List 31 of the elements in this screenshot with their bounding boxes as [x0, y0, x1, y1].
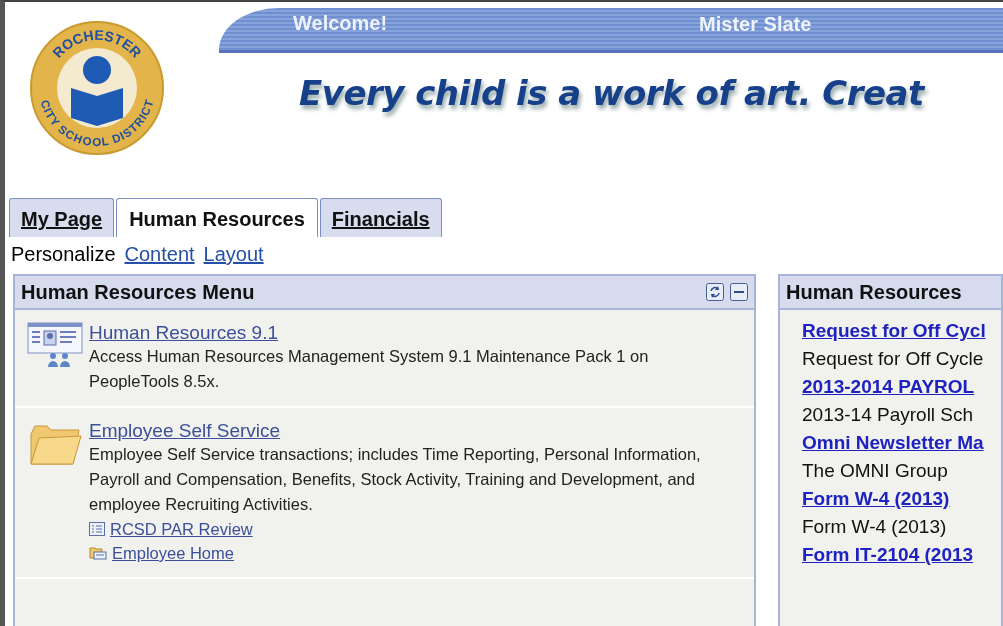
employee-card-icon	[27, 322, 83, 368]
document-link[interactable]: Request for Off Cycl	[802, 320, 986, 342]
document-link[interactable]: Form W-4 (2013)	[802, 488, 950, 510]
document-description: 2013-14 Payroll Sch	[802, 404, 974, 426]
document-description: Form W-4 (2013)	[802, 516, 947, 538]
refresh-icon[interactable]	[706, 283, 724, 301]
minimize-icon[interactable]	[730, 283, 748, 301]
tab[interactable]: Human Resources	[116, 198, 318, 237]
personalize-link[interactable]: Layout	[203, 243, 264, 266]
panel-title: Human Resources	[786, 280, 962, 304]
panel-title: Human Resources Menu	[21, 280, 255, 304]
document-link[interactable]: 2013-2014 PAYROL	[802, 376, 975, 398]
user-name: Mister Slate	[699, 13, 812, 36]
personalize-link[interactable]: Content	[124, 243, 195, 266]
menu-sublink[interactable]: RCSD PAR Review	[110, 517, 253, 541]
tab[interactable]: My Page	[9, 198, 115, 237]
menu-item-description: Employee Self Service transactions; includes Time Reporting, Personal Information, Payroll and Compensation, Benefits, Stock Activity, Training and Development, and employee Recruiting Activities.	[89, 444, 702, 515]
menu-item-description: Access Human Resources Management System 9.1 Maintenance Pack 1 on PeopleTools 8.5x.	[89, 346, 650, 392]
folder-page-icon	[89, 546, 107, 560]
menu-item-link[interactable]: Human Resources 9.1	[89, 322, 279, 344]
menu-sublink[interactable]: Employee Home	[112, 541, 234, 565]
document-link[interactable]: Omni Newsletter Ma	[802, 432, 984, 454]
tab[interactable]: Financials	[319, 198, 442, 237]
document-description: The OMNI Group	[802, 460, 948, 482]
welcome-text: Welcome!	[293, 12, 388, 35]
document-description: Request for Off Cycle	[802, 348, 984, 370]
list-page-icon	[89, 522, 105, 536]
document-link[interactable]: Form IT-2104 (2013	[802, 544, 974, 566]
personalize-label: Personalize	[11, 243, 116, 266]
tagline: Every child is a work of art. Creat	[299, 73, 927, 113]
menu-item-link[interactable]: Employee Self Service	[89, 420, 281, 442]
